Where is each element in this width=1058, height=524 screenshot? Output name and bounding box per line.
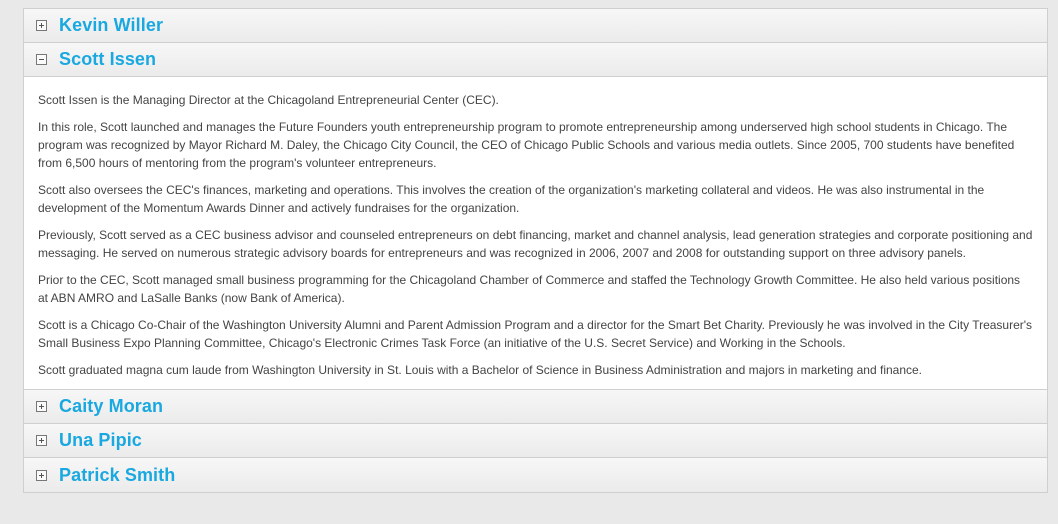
bio-paragraph: Scott Issen is the Managing Director at … [38, 93, 499, 107]
collapse-minus-icon[interactable] [36, 54, 47, 65]
accordion-header-kevin-willer[interactable]: Kevin Willer [24, 9, 1047, 43]
person-name[interactable]: Caity Moran [59, 396, 163, 417]
bio-paragraph: Prior to the CEC, Scott managed small bu… [38, 273, 1021, 305]
bio-paragraph: Scott graduated magna cum laude from Was… [38, 363, 923, 377]
bio-paragraph: In this role, Scott launched and manages… [38, 120, 1015, 170]
person-name[interactable]: Una Pipic [59, 430, 142, 451]
accordion-header-una-pipic[interactable]: Una Pipic [24, 424, 1047, 458]
bio-paragraph: Scott also oversees the CEC's finances, … [38, 183, 985, 215]
person-name[interactable]: Kevin Willer [59, 15, 163, 36]
team-accordion: Kevin Willer Scott Issen Scott Issen is … [23, 8, 1048, 493]
accordion-header-scott-issen[interactable]: Scott Issen [24, 43, 1047, 77]
accordion-header-patrick-smith[interactable]: Patrick Smith [24, 458, 1047, 492]
bio-panel-scott-issen: Scott Issen is the Managing Director at … [24, 77, 1047, 390]
expand-plus-icon[interactable] [36, 20, 47, 31]
expand-plus-icon[interactable] [36, 469, 47, 481]
bio-paragraph: Scott is a Chicago Co-Chair of the Washi… [38, 318, 1033, 350]
person-name[interactable]: Patrick Smith [59, 465, 175, 486]
accordion-header-caity-moran[interactable]: Caity Moran [24, 390, 1047, 424]
expand-plus-icon[interactable] [36, 435, 47, 446]
expand-plus-icon[interactable] [36, 401, 47, 412]
person-name[interactable]: Scott Issen [59, 49, 156, 70]
bio-paragraph: Previously, Scott served as a CEC busine… [38, 228, 1033, 260]
